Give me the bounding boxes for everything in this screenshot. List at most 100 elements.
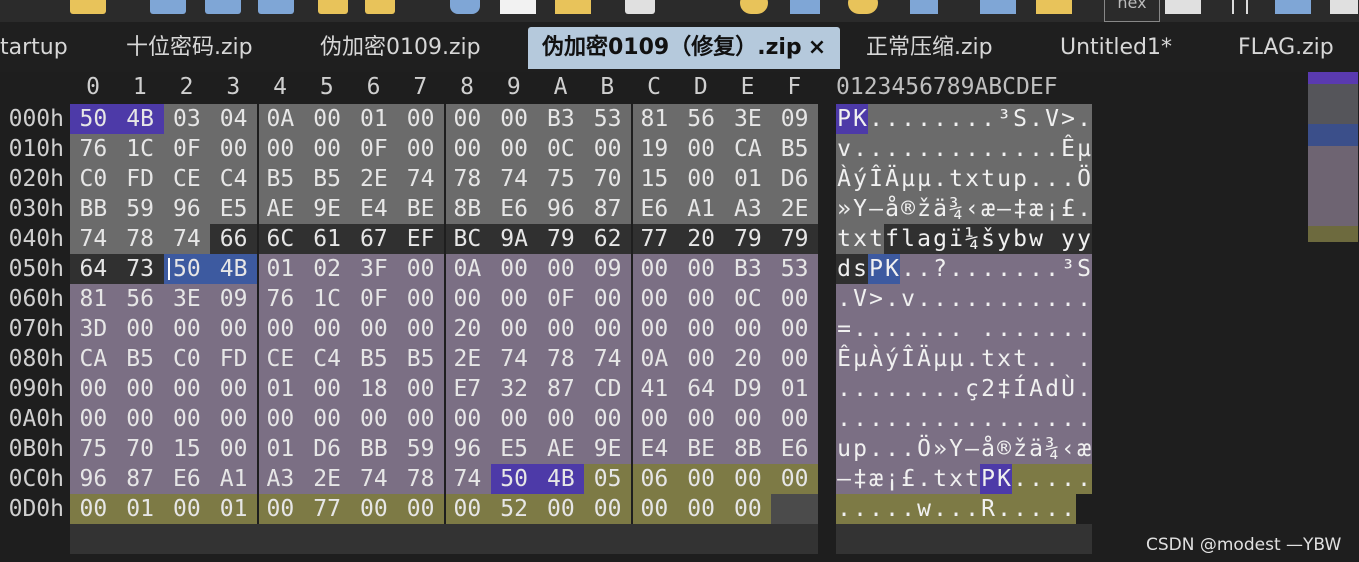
ascii-char[interactable]: .	[900, 434, 916, 464]
hex-byte[interactable]: 0A	[444, 254, 491, 284]
ascii-char[interactable]: =	[836, 314, 852, 344]
hex-byte[interactable]: 61	[303, 224, 351, 254]
ascii-char[interactable]: .	[1076, 344, 1092, 374]
ascii-char[interactable]: >	[1060, 104, 1076, 134]
hex-byte[interactable]: 00	[537, 404, 585, 434]
hex-byte[interactable]: 00	[70, 374, 117, 404]
align-icon[interactable]	[1275, 0, 1311, 14]
ascii-char[interactable]: ®	[996, 434, 1012, 464]
ascii-char[interactable]: .	[900, 404, 916, 434]
ascii-char[interactable]: Ä	[916, 344, 932, 374]
hex-byte[interactable]: 0F	[163, 134, 211, 164]
hex-byte[interactable]: 00	[677, 344, 725, 374]
hex-byte[interactable]: 0A	[257, 104, 304, 134]
hex-byte[interactable]: 50	[70, 104, 117, 134]
hex-byte[interactable]: 64	[677, 374, 725, 404]
ascii-char[interactable]: Y	[852, 194, 868, 224]
ascii-char[interactable]: .	[1028, 404, 1044, 434]
ascii-char[interactable]: £	[900, 464, 916, 494]
hex-byte[interactable]: 78	[116, 224, 164, 254]
hex-byte[interactable]: CA	[70, 344, 117, 374]
hex-byte[interactable]: 0F	[350, 134, 398, 164]
hex-byte[interactable]: 56	[677, 104, 725, 134]
ascii-char[interactable]: .	[996, 284, 1012, 314]
hex-byte[interactable]: 00	[257, 404, 304, 434]
hex-byte[interactable]: 53	[584, 104, 631, 134]
edit-icon[interactable]	[70, 0, 106, 14]
hex-byte[interactable]: 01	[257, 434, 304, 464]
ascii-char[interactable]: y	[1060, 224, 1076, 254]
ascii-char[interactable]: .	[964, 494, 980, 524]
ascii-char[interactable]: a	[916, 224, 932, 254]
ascii-char[interactable]	[964, 314, 980, 344]
hex-byte[interactable]: 41	[631, 374, 678, 404]
hex-byte[interactable]: E5	[210, 194, 257, 224]
ascii-char[interactable]: .	[1044, 314, 1060, 344]
hex-byte[interactable]: 74	[584, 344, 631, 374]
ascii-char[interactable]: .	[948, 494, 964, 524]
tab-startup[interactable]: tartup	[0, 27, 68, 69]
hex-byte[interactable]: 00	[350, 494, 398, 524]
ascii-char[interactable]: Î	[900, 344, 916, 374]
hex-byte[interactable]: A3	[257, 464, 304, 494]
ascii-char[interactable]: d	[836, 254, 852, 284]
hex-byte[interactable]: AE	[257, 194, 304, 224]
hex-byte[interactable]: BB	[70, 194, 117, 224]
ascii-char[interactable]: x	[964, 164, 980, 194]
ascii-char[interactable]: ‹	[964, 194, 980, 224]
hex-byte[interactable]: 00	[257, 134, 304, 164]
hex-byte[interactable]: 52	[490, 494, 538, 524]
ascii-char[interactable]: .	[916, 314, 932, 344]
hex-byte[interactable]: 00	[210, 434, 257, 464]
ascii-char[interactable]: .	[1028, 464, 1044, 494]
ascii-char[interactable]: t	[980, 164, 996, 194]
hex-byte[interactable]: 62	[584, 224, 631, 254]
ascii-char[interactable]: t	[980, 344, 996, 374]
ascii-char[interactable]	[1060, 344, 1076, 374]
ascii-char[interactable]: .	[1060, 494, 1076, 524]
ascii-char[interactable]: .	[948, 284, 964, 314]
ascii-char[interactable]: .	[1012, 464, 1028, 494]
hex-byte[interactable]: 3D	[70, 314, 117, 344]
hex-byte[interactable]: 4B	[210, 254, 257, 284]
hex-byte[interactable]: 00	[303, 104, 351, 134]
ascii-char[interactable]: .	[932, 134, 948, 164]
hex-byte[interactable]: 3E	[724, 104, 772, 134]
ascii-char[interactable]: v	[836, 134, 852, 164]
hex-byte[interactable]: 00	[631, 404, 678, 434]
ascii-char[interactable]: p	[852, 434, 868, 464]
ascii-char[interactable]: .	[964, 344, 980, 374]
hex-byte[interactable]: 75	[70, 434, 117, 464]
hex-byte[interactable]: 00	[677, 314, 725, 344]
ascii-char[interactable]: .	[884, 134, 900, 164]
ascii-char[interactable]: .	[1076, 314, 1092, 344]
ascii-char[interactable]: ¾	[1044, 434, 1060, 464]
tab-weijiami-0109[interactable]: 伪加密0109.zip	[320, 27, 481, 69]
hex-byte[interactable]: 1C	[303, 284, 351, 314]
ascii-char[interactable]: .	[1012, 314, 1028, 344]
ascii-char[interactable]: ‡	[1012, 194, 1028, 224]
ascii-char[interactable]: .	[996, 494, 1012, 524]
hex-byte[interactable]: E6	[771, 434, 818, 464]
ascii-char[interactable]: d	[1044, 374, 1060, 404]
ascii-char[interactable]: ¡	[884, 464, 900, 494]
hex-byte[interactable]: BE	[397, 194, 444, 224]
hex-byte[interactable]: 74	[444, 464, 491, 494]
goto-icon[interactable]	[910, 0, 938, 14]
hex-byte[interactable]: B5	[257, 164, 304, 194]
hex-byte[interactable]: 9E	[584, 434, 631, 464]
ascii-char[interactable]: .	[916, 284, 932, 314]
hex-byte[interactable]: 00	[444, 494, 491, 524]
hex-byte[interactable]: 0C	[724, 284, 772, 314]
ascii-char[interactable]: y	[996, 224, 1012, 254]
bookmark-icon[interactable]	[980, 0, 1016, 14]
open-folder-icon[interactable]	[318, 0, 348, 14]
ascii-char[interactable]: .	[868, 404, 884, 434]
hex-byte[interactable]: 01	[257, 374, 304, 404]
tab-flag-zip[interactable]: FLAG.zip	[1238, 27, 1334, 69]
hex-byte[interactable]: 00	[397, 314, 444, 344]
hex-byte[interactable]: 66	[210, 224, 257, 254]
ascii-char[interactable]: .	[836, 284, 852, 314]
ascii-char[interactable]: ³	[996, 104, 1012, 134]
ascii-char[interactable]: .	[916, 374, 932, 404]
